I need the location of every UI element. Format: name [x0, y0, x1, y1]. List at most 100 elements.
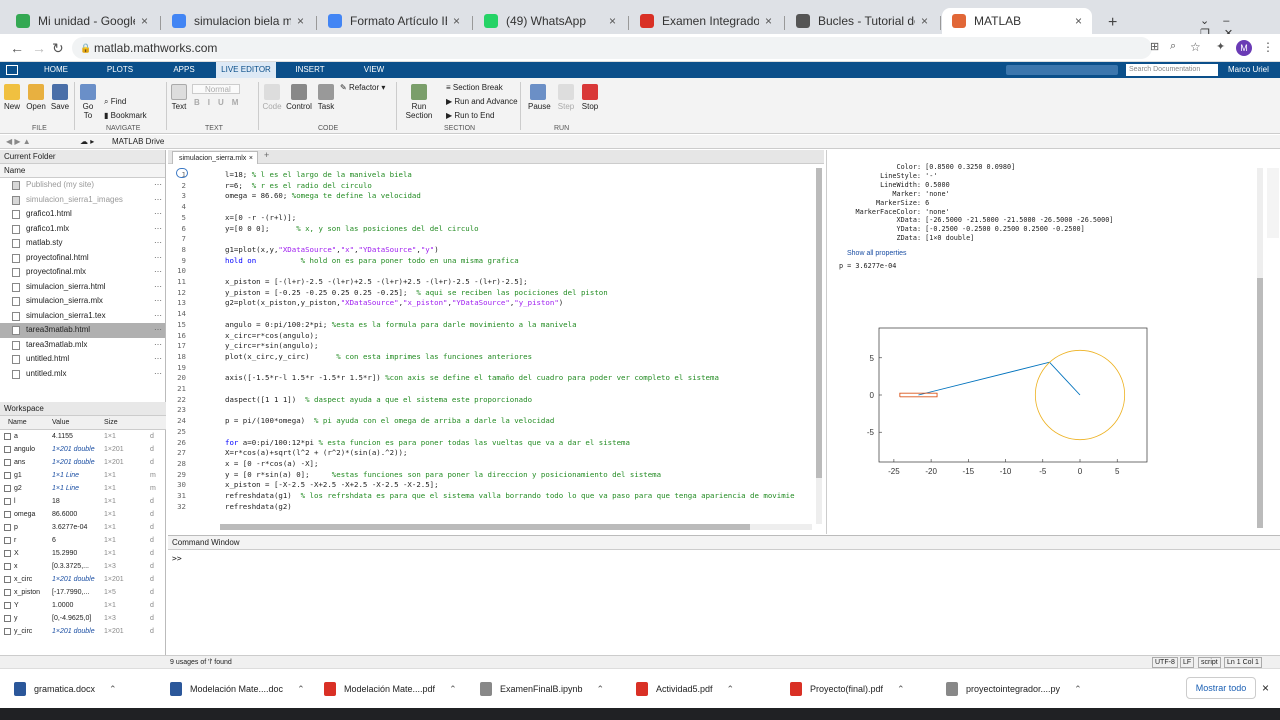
code-line[interactable]: 5 x=[0 -r -(r+l)]; [168, 213, 818, 224]
file-item[interactable]: grafico1.html ⋯ [0, 207, 165, 222]
code-line[interactable]: 12 y_piston = [-0.25 -0.25 0.25 0.25 -0.2… [168, 288, 818, 299]
tab-apps[interactable]: APPS [164, 62, 204, 78]
file-menu-icon[interactable]: ⋯ [154, 207, 162, 222]
code-line[interactable]: 32 refreshdata(g2) [168, 502, 818, 513]
run-to-end-button[interactable]: ▶ Run to End [446, 111, 494, 120]
tab-view[interactable]: VIEW [354, 62, 394, 78]
bookmark-button[interactable]: ▮ Bookmark [104, 111, 147, 120]
horizontal-scrollbar[interactable] [220, 524, 812, 530]
close-downloads-icon[interactable]: × [1262, 681, 1269, 695]
code-line[interactable]: 17 y_circ=r*sin(angulo); [168, 341, 818, 352]
menu-icon[interactable]: ⋮ [1262, 40, 1274, 54]
file-menu-icon[interactable]: ⋯ [154, 367, 162, 382]
find-button[interactable]: ⌕ Find [104, 97, 126, 107]
download-item[interactable]: Proyecto(final).pdf ⌃ [790, 681, 905, 697]
save-button[interactable]: Save [50, 84, 70, 111]
workspace-row[interactable]: r 6 1×1 d [0, 534, 166, 547]
file-menu-icon[interactable]: ⋯ [154, 178, 162, 193]
close-tab-icon[interactable]: × [297, 14, 304, 28]
file-menu-icon[interactable]: ⋯ [154, 222, 162, 237]
show-all-properties-link[interactable]: Show all properties [847, 250, 907, 257]
star-icon[interactable]: ☆ [1190, 40, 1201, 54]
new-button[interactable]: New [4, 84, 20, 111]
workspace-row[interactable]: y_circ 1×201 double 1×201 d [0, 625, 166, 638]
file-menu-icon[interactable]: ⋯ [154, 265, 162, 280]
tab-plots[interactable]: PLOTS [100, 62, 140, 78]
chevron-up-icon[interactable]: ⌃ [727, 681, 735, 697]
chevron-up-icon[interactable]: ⌃ [1074, 681, 1082, 697]
code-line[interactable]: 15 angulo = 0:pi/100:2*pi; %esta es la fo… [168, 320, 818, 331]
code-line[interactable]: 28 x = [0 -r*cos(a) -X]; [168, 459, 818, 470]
file-menu-icon[interactable]: ⋯ [154, 280, 162, 295]
download-item[interactable]: Modelación Mate....doc ⌃ [170, 681, 305, 697]
task-button[interactable]: Task [316, 84, 336, 111]
code-line[interactable]: 21 [168, 384, 818, 395]
file-item[interactable]: proyectofinal.html ⋯ [0, 251, 165, 266]
folder-column-header[interactable]: Name [0, 164, 165, 178]
nav-arrows-icon[interactable]: ◀ ▶ ▲ [6, 135, 31, 149]
bold-button[interactable]: B [194, 98, 208, 107]
close-tab-icon[interactable]: × [765, 14, 772, 28]
refactor-button[interactable]: ✎ Refactor ▾ [340, 83, 385, 92]
file-item[interactable]: simulacion_sierra1.tex ⋯ [0, 309, 165, 324]
download-item[interactable]: proyectointegrador....py ⌃ [946, 681, 1082, 697]
file-menu-icon[interactable]: ⋯ [154, 338, 162, 353]
monospace-button[interactable]: M [232, 98, 247, 107]
tab-live-editor[interactable]: LIVE EDITOR [216, 62, 276, 78]
tab-insert[interactable]: INSERT [290, 62, 330, 78]
code-line[interactable]: 16 x_circ=r*cos(angulo); [168, 331, 818, 342]
code-line[interactable]: 29 y = [0 r*sin(a) 0]; %estas funciones s… [168, 470, 818, 481]
browser-tab[interactable]: simulacion biela manivela - Doc × [162, 8, 314, 34]
live-editor[interactable]: simulacion_sierra.mlx × + 1 l=18; % l es e… [168, 150, 824, 534]
browser-tab[interactable]: MATLAB × [942, 8, 1092, 34]
workspace-row[interactable]: angulo 1×201 double 1×201 d [0, 443, 166, 456]
chevron-up-icon[interactable]: ⌃ [109, 681, 117, 697]
workspace-row[interactable]: ans 1×201 double 1×201 d [0, 456, 166, 469]
workspace-row[interactable]: g1 1×1 Line 1×1 m [0, 469, 166, 482]
code-line[interactable]: 26 for a=0:pi/100:12*pi % esta funcion es… [168, 438, 818, 449]
file-item[interactable]: tarea3matlab.html ⋯ [0, 323, 165, 338]
ws-value-col[interactable]: Value [52, 416, 100, 430]
command-prompt[interactable]: >> [172, 554, 182, 563]
workspace-row[interactable]: x [0.3.3725,... 1×3 d [0, 560, 166, 573]
close-tab-icon[interactable]: × [921, 14, 928, 28]
code-line[interactable]: 18 plot(x_circ,y_circ) % con esta imprime… [168, 352, 818, 363]
browser-tab[interactable]: Mi unidad - Google Drive × [6, 8, 158, 34]
code-line[interactable]: 31 refreshdata(g1) % los refrshdata es pa… [168, 491, 818, 502]
chevron-up-icon[interactable]: ⌃ [597, 681, 605, 697]
workspace-row[interactable]: g2 1×1 Line 1×1 m [0, 482, 166, 495]
run-section-button[interactable]: Run Section [400, 84, 438, 120]
code-line[interactable]: 11 x_piston = [-(l+r)-2.5 -(l+r)+2.5 -(l+… [168, 277, 818, 288]
file-menu-icon[interactable]: ⋯ [154, 236, 162, 251]
file-item[interactable]: grafico1.mlx ⋯ [0, 222, 165, 237]
show-all-downloads-button[interactable]: Mostrar todo [1186, 677, 1256, 699]
code-line[interactable]: 10 [168, 266, 818, 277]
underline-button[interactable]: U [218, 98, 232, 107]
current-path-bar[interactable]: ◀ ▶ ▲ ☁ ▸ MATLAB Drive [0, 135, 1280, 149]
italic-button[interactable]: I [208, 98, 218, 107]
control-button[interactable]: Control [286, 84, 312, 111]
profile-avatar[interactable]: M [1236, 40, 1252, 56]
style-select[interactable]: Normal [192, 84, 240, 94]
browser-tab[interactable]: Examen Integrador - Parte práct × [630, 8, 782, 34]
code-line[interactable]: 22 daspect([1 1 1]) % daspect ayuda a que… [168, 395, 818, 406]
run-indicator-icon[interactable] [176, 168, 188, 178]
ws-name-col[interactable]: Name [8, 416, 44, 430]
workspace-row[interactable]: p 3.6277e-04 1×1 d [0, 521, 166, 534]
text-button[interactable]: Text [170, 84, 188, 111]
ws-size-col[interactable]: Size [104, 416, 144, 430]
run-advance-button[interactable]: ▶ Run and Advance [446, 97, 518, 106]
workspace-row[interactable]: a 4.1155 1×1 d [0, 430, 166, 443]
chevron-up-icon[interactable]: ⌃ [449, 681, 457, 697]
download-item[interactable]: Modelación Mate....pdf ⌃ [324, 681, 457, 697]
search-documentation-input[interactable]: Search Documentation [1126, 64, 1218, 76]
stop-button[interactable]: Stop [580, 84, 600, 111]
extensions-icon[interactable]: ✦ [1216, 40, 1225, 53]
open-button[interactable]: Open [26, 84, 46, 111]
file-item[interactable]: proyectofinal.mlx ⋯ [0, 265, 165, 280]
path-text[interactable]: MATLAB Drive [112, 135, 164, 149]
workspace-row[interactable]: l 18 1×1 d [0, 495, 166, 508]
chevron-up-icon[interactable]: ⌃ [897, 681, 905, 697]
add-tab-icon[interactable]: + [264, 150, 269, 160]
file-item[interactable]: simulacion_sierra.mlx ⋯ [0, 294, 165, 309]
